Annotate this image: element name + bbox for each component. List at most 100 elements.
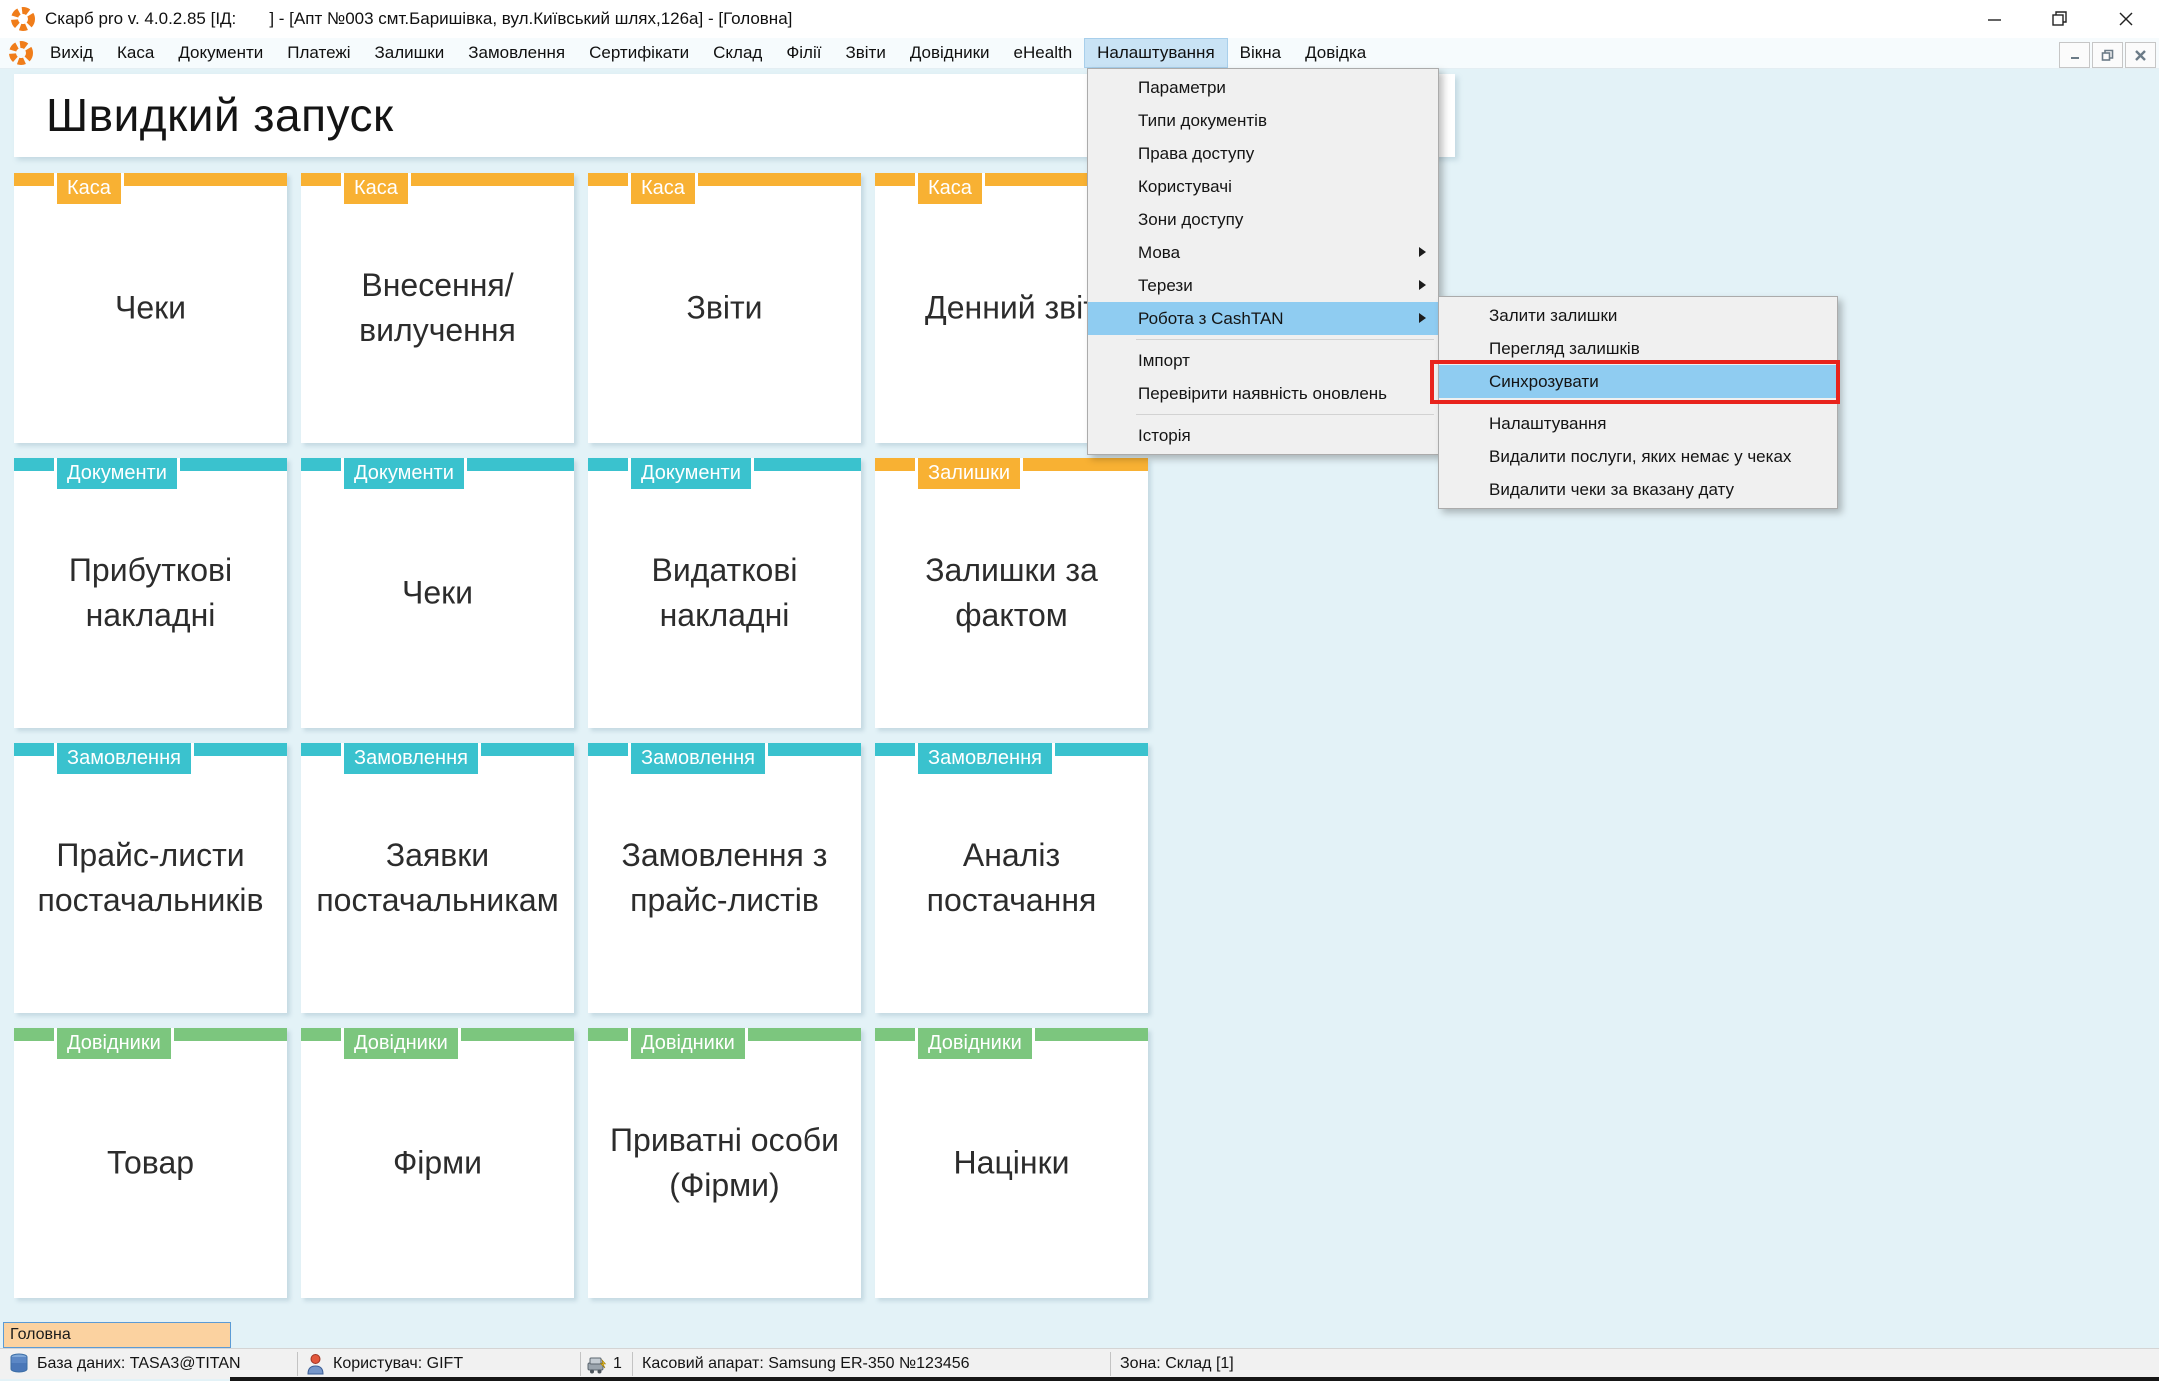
status-bar: База даних: TASA3@TITAN Користувач: GIFT: [0, 1348, 2159, 1379]
status-database-label: База даних: TASA3@TITAN: [37, 1355, 241, 1372]
menu-item-dokumenty[interactable]: Документи: [166, 38, 275, 68]
tile-category-badge: Довідники: [915, 1028, 1035, 1062]
tile-zaiavky-postachalnykam[interactable]: Замовлення Заявки постачальникам: [301, 743, 574, 1013]
submenu-arrow-icon: [1419, 313, 1426, 323]
tile-label: Замовлення з прайс-листів: [621, 837, 828, 918]
menu-item-dovidka[interactable]: Довідка: [1293, 38, 1378, 68]
status-user-label: Користувач: GIFT: [333, 1355, 464, 1372]
tile-firmy[interactable]: Довідники Фірми: [301, 1028, 574, 1298]
menu-separator: [1088, 335, 1438, 344]
tile-category-badge: Залишки: [915, 458, 1024, 492]
user-icon: [306, 1353, 325, 1375]
tile-prais-lysty[interactable]: Замовлення Прайс-листи постачальників: [14, 743, 287, 1013]
tile-label: Прайс-листи постачальників: [37, 837, 264, 918]
menu-item-vykhid[interactable]: Вихід: [38, 38, 105, 68]
menu-item-zony-dostupu[interactable]: Зони доступу: [1088, 203, 1438, 236]
menu-item-terezy[interactable]: Терези: [1088, 269, 1438, 302]
status-database: База даних: TASA3@TITAN: [0, 1349, 297, 1379]
tile-analiz-postachannia[interactable]: Замовлення Аналіз постачання: [875, 743, 1148, 1013]
tile-label: Чеки: [402, 574, 473, 611]
menu-item-ehealth[interactable]: eHealth: [1002, 38, 1085, 68]
tile-category-badge: Довідники: [341, 1028, 461, 1062]
tile-label: Прибуткові накладні: [68, 552, 233, 633]
tile-label: Заявки постачальникам: [316, 837, 559, 918]
tile-category-badge: Замовлення: [628, 743, 768, 777]
tile-label: Чеки: [115, 289, 186, 326]
menu-item-filii[interactable]: Філії: [774, 38, 833, 68]
submenu-arrow-icon: [1419, 280, 1426, 290]
mdi-window-controls: [2059, 42, 2156, 68]
tile-category-badge: Документи: [54, 458, 180, 492]
tile-category-badge: Документи: [628, 458, 754, 492]
menu-item-korystuvachi[interactable]: Користувачі: [1088, 170, 1438, 203]
tile-category-badge: Замовлення: [54, 743, 194, 777]
tile-label: Приватні особи (Фірми): [610, 1122, 839, 1203]
submenu-item-nalashtuvannia[interactable]: Налаштування: [1439, 407, 1837, 440]
menu-item-robota-z-cashtan[interactable]: Робота з CashTAN: [1088, 302, 1438, 335]
menu-separator: [1439, 398, 1837, 407]
menu-item-mova[interactable]: Мова: [1088, 236, 1438, 269]
tile-zvity-kasa[interactable]: Каса Звіти: [588, 173, 861, 443]
tile-label: Видаткові накладні: [651, 552, 798, 633]
tile-label: Аналіз постачання: [926, 837, 1097, 918]
tile-label: Товар: [106, 1144, 195, 1181]
tile-category-badge: Довідники: [628, 1028, 748, 1062]
mdi-minimize-button[interactable]: [2059, 42, 2090, 68]
menu-item-zamovlennia[interactable]: Замовлення: [456, 38, 577, 68]
cashtan-submenu: Залити залишки Перегляд залишків Синхроз…: [1438, 296, 1838, 509]
status-user: Користувач: GIFT: [297, 1349, 580, 1379]
quick-launch-grid: Каса Чеки Каса Внесення/вилучення Каса З…: [14, 173, 1148, 1298]
tile-category-badge: Документи: [341, 458, 467, 492]
tile-label: Внесення/вилучення: [359, 267, 516, 348]
tile-prybutkovi-nakladni[interactable]: Документи Прибуткові накладні: [14, 458, 287, 728]
menu-item-perevyryty-onovlennia[interactable]: Перевірити наявність оновлень: [1088, 377, 1438, 410]
mdi-restore-button[interactable]: [2092, 42, 2123, 68]
menu-item-vikna[interactable]: Вікна: [1228, 38, 1293, 68]
tile-label: Націнки: [953, 1144, 1070, 1181]
status-cash-register-label: Касовий апарат: Samsung ER-350 №123456: [642, 1355, 970, 1372]
status-register-count: 1: [580, 1349, 632, 1379]
menu-item-sertyfikaty[interactable]: Сертифікати: [577, 38, 701, 68]
menu-item-import[interactable]: Імпорт: [1088, 344, 1438, 377]
tile-category-badge: Каса: [341, 173, 411, 207]
tile-label: Залишки за фактом: [925, 552, 1098, 633]
window-minimize-button[interactable]: [1961, 0, 2027, 38]
menu-item-typy-dokumentiv[interactable]: Типи документів: [1088, 104, 1438, 137]
tile-cheky-kasa[interactable]: Каса Чеки: [14, 173, 287, 443]
tile-category-badge: Каса: [915, 173, 985, 207]
tile-zamovlennia-z-prais-lystiv[interactable]: Замовлення Замовлення з прайс-листів: [588, 743, 861, 1013]
menu-item-platezhi[interactable]: Платежі: [275, 38, 362, 68]
tab-holovna[interactable]: Головна: [3, 1322, 231, 1348]
tile-natsinky[interactable]: Довідники Націнки: [875, 1028, 1148, 1298]
menu-item-istoriia[interactable]: Історія: [1088, 419, 1438, 452]
tile-vydatkovi-nakladni[interactable]: Документи Видаткові накладні: [588, 458, 861, 728]
submenu-item-perehliad-zalyshkiv[interactable]: Перегляд залишків: [1439, 332, 1837, 365]
menu-item-parametry[interactable]: Параметри: [1088, 71, 1438, 104]
menu-item-kasa[interactable]: Каса: [105, 38, 166, 68]
tile-vnesennia-vyluchennia[interactable]: Каса Внесення/вилучення: [301, 173, 574, 443]
mdi-close-button[interactable]: [2125, 42, 2156, 68]
submenu-item-vydalyty-cheky[interactable]: Видалити чеки за вказану дату: [1439, 473, 1837, 506]
window-restore-button[interactable]: [2027, 0, 2093, 38]
tile-category-badge: Замовлення: [915, 743, 1055, 777]
app-logo-icon: [11, 7, 35, 31]
menu-item-nalashtuvannia[interactable]: Налаштування: [1084, 38, 1228, 68]
tile-category-badge: Замовлення: [341, 743, 481, 777]
submenu-item-vydalyty-posluhy[interactable]: Видалити послуги, яких немає у чеках: [1439, 440, 1837, 473]
menu-item-zvity[interactable]: Звіти: [833, 38, 897, 68]
menu-item-prava-dostupu[interactable]: Права доступу: [1088, 137, 1438, 170]
menu-bar: Вихід Каса Документи Платежі Залишки Зам…: [0, 38, 2159, 69]
submenu-arrow-icon: [1419, 247, 1426, 257]
menu-item-dovidnyky[interactable]: Довідники: [898, 38, 1002, 68]
application-window: Скарб pro v. 4.0.2.85 [ІД: ] - [Апт №003…: [0, 0, 2159, 1381]
tile-zalyshky-za-faktom[interactable]: Залишки Залишки за фактом: [875, 458, 1148, 728]
submenu-item-synkhrozuvaty[interactable]: Синхрозувати: [1439, 365, 1837, 398]
window-title: Скарб pro v. 4.0.2.85 [ІД: ] - [Апт №003…: [45, 9, 793, 28]
tile-cheky-dokumenty[interactable]: Документи Чеки: [301, 458, 574, 728]
window-close-button[interactable]: [2093, 0, 2159, 38]
tile-tovar[interactable]: Довідники Товар: [14, 1028, 287, 1298]
tile-pryvatni-osoby[interactable]: Довідники Приватні особи (Фірми): [588, 1028, 861, 1298]
submenu-item-zalyty-zalyshky[interactable]: Залити залишки: [1439, 299, 1837, 332]
menu-item-zalyshky[interactable]: Залишки: [363, 38, 457, 68]
menu-item-sklad[interactable]: Склад: [701, 38, 774, 68]
